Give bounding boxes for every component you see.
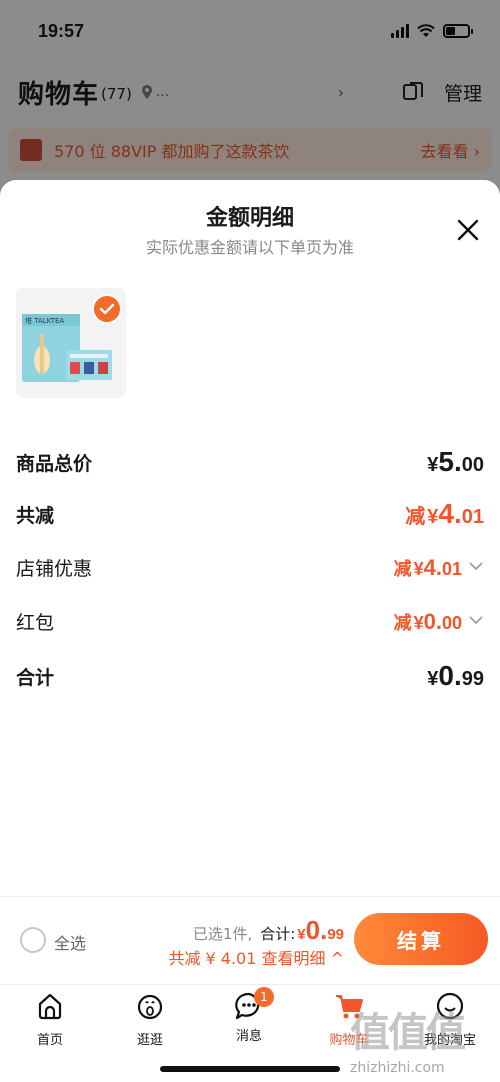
view-detail-link[interactable]: 共减 ¥ 4.01 查看明细 ^: [168, 945, 344, 969]
tab-messages[interactable]: 1 消息: [209, 987, 289, 1044]
row-value: 减 ¥4. 01: [393, 554, 462, 580]
sheet-subtitle: 实际优惠金额请以下单页为准: [145, 238, 354, 257]
message-badge: 1: [254, 987, 274, 1007]
checkout-button[interactable]: 结算: [354, 913, 488, 965]
tab-label: 消息: [235, 1029, 262, 1044]
home-icon: [38, 993, 62, 1020]
total-label: 合计:: [260, 925, 296, 943]
modal-overlay[interactable]: [0, 0, 500, 200]
selected-check-icon[interactable]: [92, 294, 122, 324]
row-store-discount[interactable]: 店铺优惠 减 ¥4. 01: [16, 554, 484, 581]
select-all-label[interactable]: 全选: [54, 930, 86, 954]
product-brand-text: 塔 TALKTEA: [25, 316, 64, 325]
watermark-url: zhizhizhi.com: [350, 1060, 445, 1076]
row-item-total: 商品总价 ¥5. 00: [16, 446, 484, 478]
message-icon: 1: [234, 987, 274, 1021]
sheet-title: 金额明细: [205, 206, 294, 231]
row-value: ¥5. 00: [427, 446, 484, 477]
watermark: 值值值 zhizhizhi.com: [350, 1000, 490, 1076]
home-indicator: [160, 1066, 340, 1072]
row-value: ¥0. 99: [427, 660, 484, 691]
chevron-down-icon[interactable]: [468, 615, 484, 625]
row-total-discount: 共减 减 ¥4. 01: [16, 498, 484, 530]
tab-label: 首页: [36, 1033, 63, 1048]
tab-explore[interactable]: 逛逛: [110, 991, 190, 1048]
row-label: 店铺优惠: [16, 558, 93, 580]
chevron-down-icon[interactable]: [468, 561, 484, 571]
watermark-glyphs: 值值值: [350, 1010, 466, 1056]
selected-count: 已选1件,: [192, 925, 253, 943]
row-value: 减 ¥4. 01: [405, 498, 484, 529]
select-all-radio[interactable]: [20, 927, 46, 953]
row-red-packet[interactable]: 红包 减 ¥0. 00: [16, 608, 484, 635]
explore-icon: [137, 994, 163, 1020]
tab-home[interactable]: 首页: [10, 991, 90, 1048]
checkout-summary-bar: 全选 已选1件, 合计: ¥0.99 共减 ¥ 4.01 查看明细 ^ 结算: [0, 896, 500, 984]
tab-label: 逛逛: [136, 1033, 163, 1048]
row-label: 共减: [16, 504, 55, 527]
row-grand-total: 合计 ¥0. 99: [16, 660, 484, 692]
row-label: 合计: [16, 666, 55, 689]
row-value: 减 ¥0. 00: [393, 608, 462, 634]
selection-info: 已选1件, 合计: ¥0.99: [193, 915, 344, 946]
row-label: 红包: [16, 612, 55, 634]
close-icon[interactable]: [456, 218, 480, 242]
row-label: 商品总价: [16, 452, 93, 475]
total-amount: ¥0.99: [297, 915, 344, 945]
